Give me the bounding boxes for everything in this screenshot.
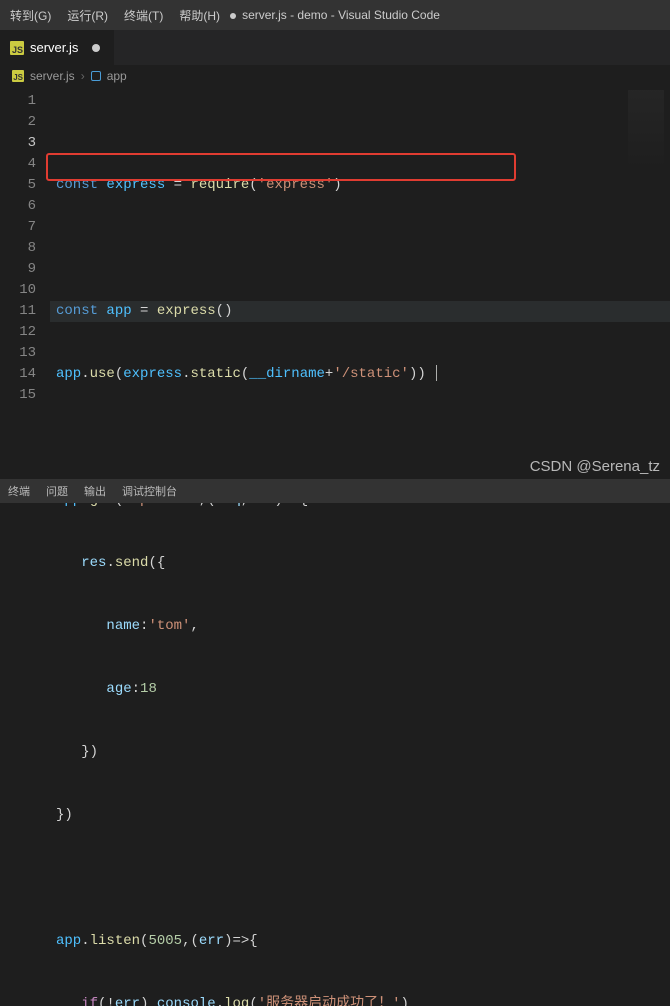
chevron-right-icon: › [81,69,85,83]
menu-terminal[interactable]: 终端(T) [116,3,171,28]
panel-debug-console[interactable]: 调试控制台 [122,483,177,499]
text-cursor [436,365,437,381]
tab-server-js[interactable]: JS server.js [0,30,115,65]
modified-dot-icon [92,44,100,52]
breadcrumb[interactable]: JS server.js › app [0,65,670,87]
watermark: CSDN @Serena_tz [530,458,660,475]
breadcrumb-symbol: app [107,69,127,83]
js-file-icon: JS [10,41,24,55]
tab-bar: JS server.js [0,30,670,65]
panel-output[interactable]: 输出 [84,483,106,499]
panel-tabs: 终端 问题 输出 调试控制台 [0,479,670,503]
line-gutter: 1 2 3 4 5 6 7 8 9 10 11 12 13 14 15 [0,87,50,1006]
menu-help[interactable]: 帮助(H) [171,3,228,28]
menubar: 转到(G) 运行(R) 终端(T) 帮助(H) [0,0,670,30]
menu-goto[interactable]: 转到(G) [2,3,59,28]
minimap[interactable] [628,90,664,190]
symbol-icon [91,71,101,81]
menu-run[interactable]: 运行(R) [59,3,116,28]
code-area[interactable]: const express = require('express') const… [50,87,670,1006]
code-editor[interactable]: 1 2 3 4 5 6 7 8 9 10 11 12 13 14 15 cons… [0,87,670,1006]
breadcrumb-file: server.js [30,69,75,83]
panel-terminal[interactable]: 终端 [8,483,30,499]
js-file-icon: JS [12,70,24,82]
tab-label: server.js [30,40,78,55]
panel-problems[interactable]: 问题 [46,483,68,499]
